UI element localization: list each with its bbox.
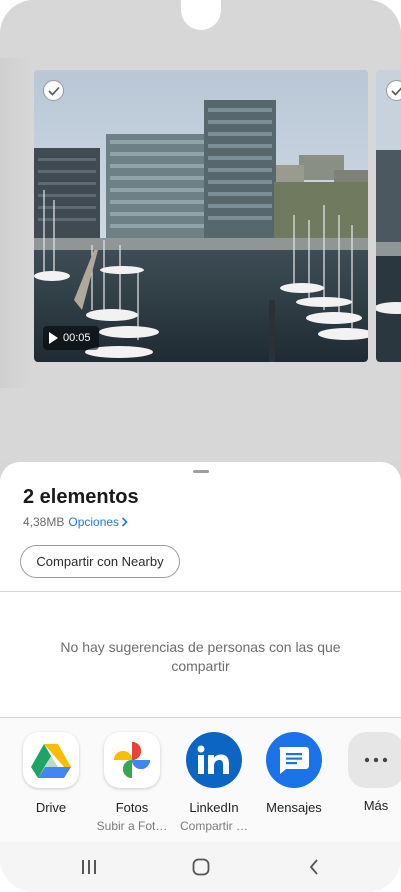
- more-icon: [348, 732, 401, 788]
- app-subtitle: Subir a Fot…: [96, 819, 168, 833]
- selection-info: 4,38MB Opciones: [23, 515, 128, 529]
- options-link[interactable]: Opciones: [68, 515, 128, 529]
- recent-apps-icon: [82, 860, 96, 874]
- app-name: Fotos: [115, 800, 149, 815]
- total-size: 4,38MB: [23, 515, 65, 529]
- media-preview-area: 00:05: [0, 0, 401, 462]
- app-drive[interactable]: Drive: [11, 732, 91, 815]
- video-duration-badge: 00:05: [43, 326, 99, 350]
- phone-screen: 00:05 2 elementos 4,38MB Opciones Compar…: [0, 0, 401, 892]
- app-name: LinkedIn: [189, 800, 239, 815]
- app-name: Drive: [35, 800, 67, 815]
- home-button[interactable]: [171, 852, 231, 882]
- app-photos[interactable]: Fotos Subir a Fot…: [92, 732, 172, 833]
- divider: [0, 591, 401, 592]
- second-thumbnail[interactable]: [376, 70, 401, 362]
- drag-handle[interactable]: [193, 470, 209, 473]
- back-icon: [309, 859, 318, 875]
- app-subtitle: Compartir …: [179, 819, 248, 833]
- system-navigation-bar: [0, 842, 401, 892]
- home-icon: [192, 858, 210, 876]
- app-messages[interactable]: Mensajes: [254, 732, 334, 815]
- nearby-share-button[interactable]: Compartir con Nearby: [20, 545, 180, 578]
- play-icon: [49, 332, 58, 344]
- select-checkbox-2[interactable]: [386, 80, 401, 101]
- select-checkbox[interactable]: [43, 80, 64, 101]
- messages-icon: [266, 732, 322, 788]
- options-label: Opciones: [68, 515, 120, 529]
- app-name: Mensajes: [266, 800, 322, 815]
- no-suggestions-message: No hay sugerencias de personas con las q…: [60, 639, 341, 674]
- check-icon: [47, 86, 60, 96]
- check-icon: [390, 86, 401, 96]
- chevron-right-icon: [121, 517, 128, 527]
- app-more[interactable]: Más: [336, 732, 401, 813]
- back-button[interactable]: [284, 852, 344, 882]
- recent-apps-button[interactable]: [59, 852, 119, 882]
- items-count-title: 2 elementos: [23, 486, 139, 508]
- share-sheet: 2 elementos 4,38MB Opciones Compartir co…: [0, 462, 401, 892]
- apps-row: Drive Fotos Subir a Fot… LinkedIn Compar…: [0, 718, 401, 842]
- video-thumbnail[interactable]: 00:05: [34, 70, 368, 362]
- google-drive-icon: [23, 732, 79, 788]
- video-duration: 00:05: [63, 332, 91, 344]
- google-photos-icon: [104, 732, 160, 788]
- app-name: Más: [363, 798, 389, 813]
- app-linkedin[interactable]: LinkedIn Compartir …: [174, 732, 254, 833]
- linkedin-icon: [186, 732, 242, 788]
